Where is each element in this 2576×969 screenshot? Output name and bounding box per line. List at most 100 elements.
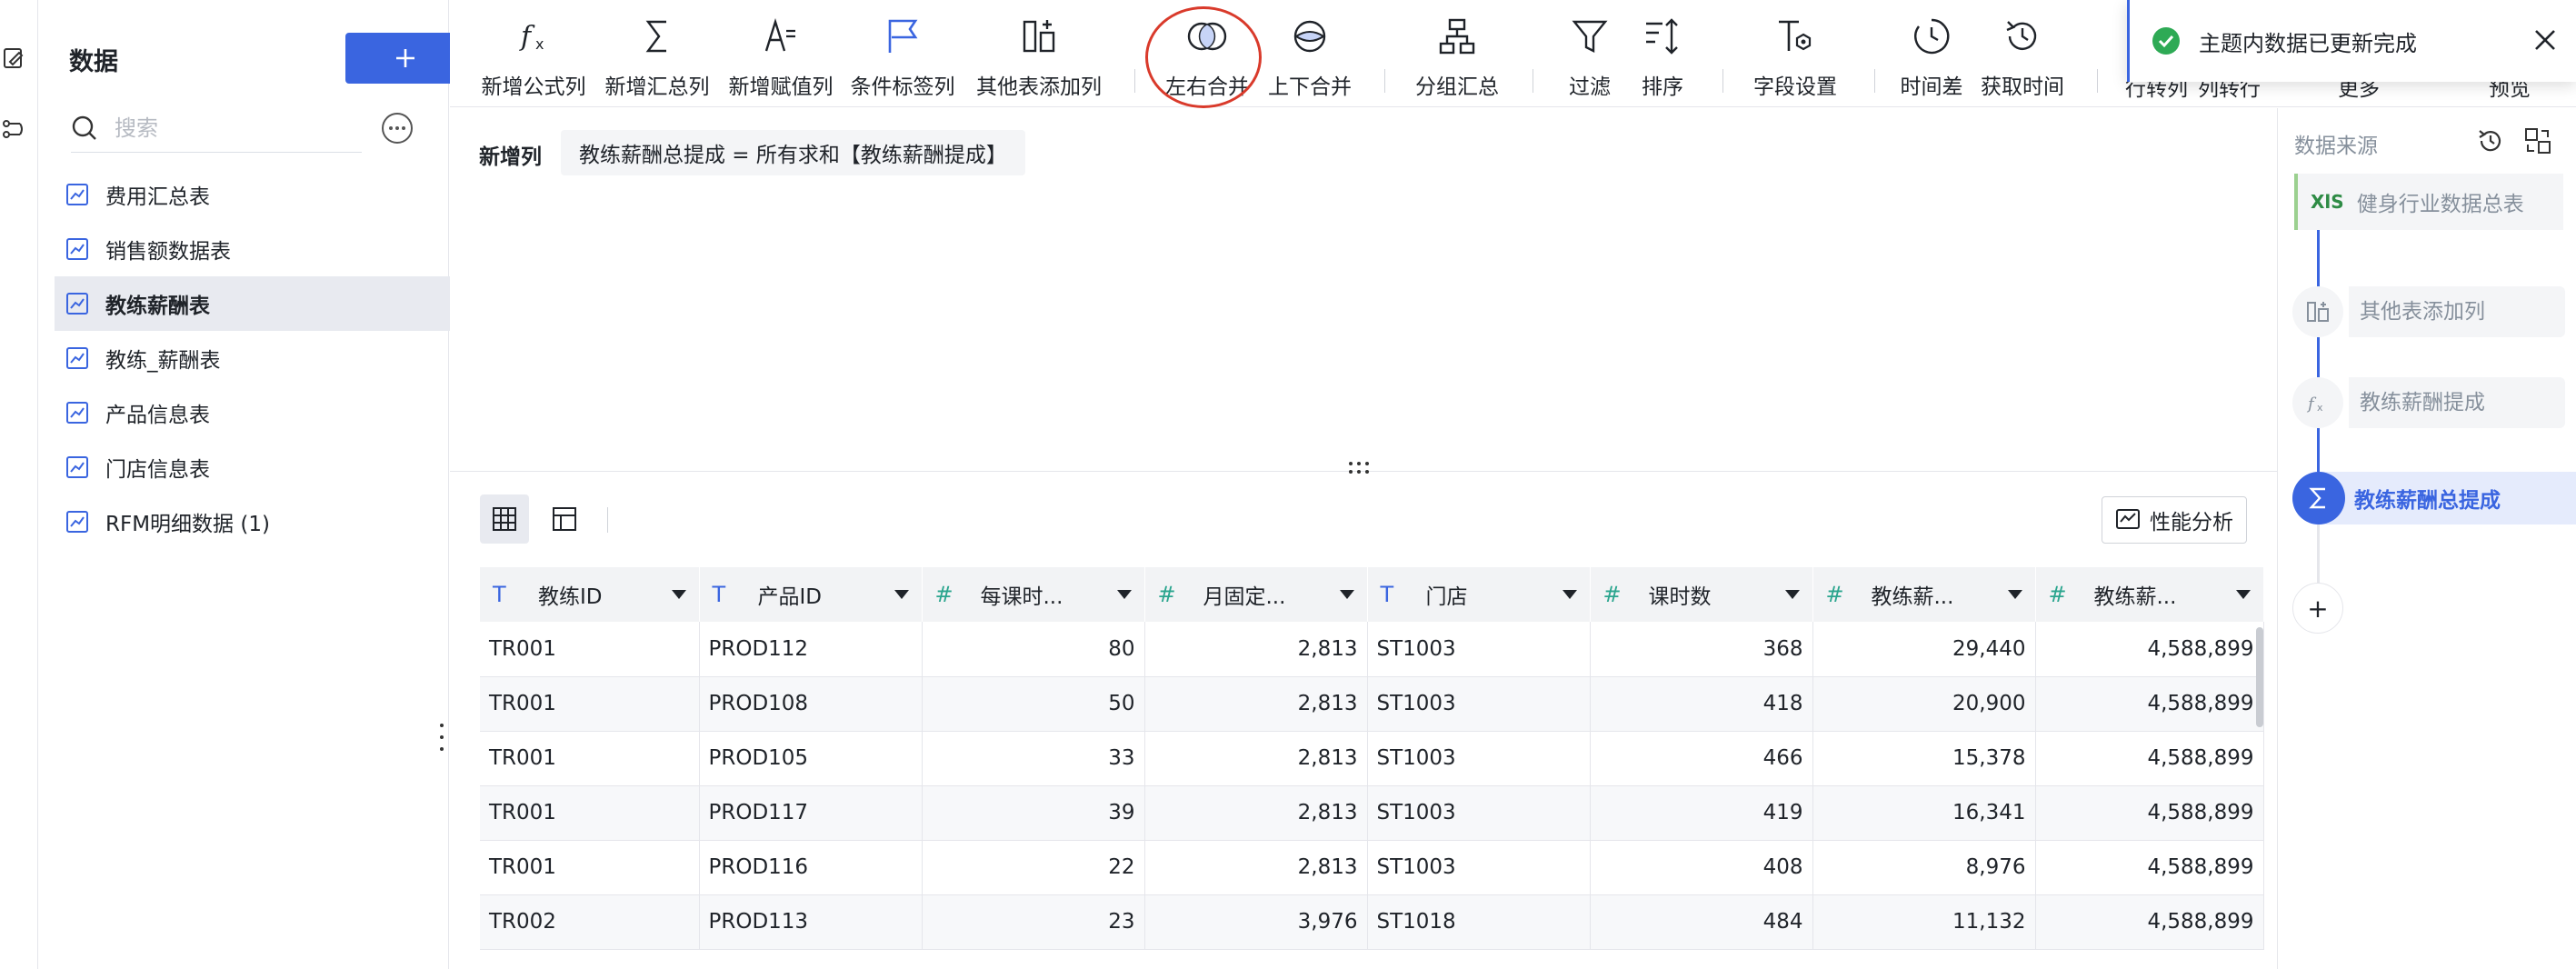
table-cell[interactable]: 39	[922, 785, 1145, 841]
table-cell[interactable]: 419	[1590, 785, 1813, 841]
table-cell[interactable]: 2,813	[1144, 785, 1368, 841]
dropdown-caret-icon[interactable]	[1784, 590, 1800, 599]
table-cell[interactable]: 4,588,899	[2035, 622, 2264, 677]
table-cell[interactable]: ST1003	[1367, 676, 1591, 732]
switch-layout-icon[interactable]	[2523, 126, 2552, 155]
flow-icon[interactable]	[0, 111, 27, 147]
table-cell[interactable]: PROD108	[699, 676, 923, 732]
table-cell[interactable]: 33	[922, 731, 1145, 786]
table-cell[interactable]: 4,588,899	[2035, 894, 2264, 950]
history-icon[interactable]	[2476, 126, 2505, 155]
table-cell[interactable]: 418	[1590, 676, 1813, 732]
formula-expression[interactable]: 教练薪酬总提成 = 所有求和【教练薪酬提成】	[561, 130, 1025, 175]
table-list-item[interactable]: RFM明细数据 (1)	[55, 494, 451, 549]
sidebar-resize-handle[interactable]	[440, 724, 445, 751]
table-cell[interactable]: 484	[1590, 894, 1813, 950]
split-resize-handle[interactable]	[1349, 462, 1369, 474]
dropdown-caret-icon[interactable]	[2235, 590, 2251, 599]
table-cell[interactable]: 23	[922, 894, 1145, 950]
column-header[interactable]: # 课时数	[1590, 567, 1813, 622]
step-node-add-column[interactable]: 其他表添加列	[2292, 286, 2565, 337]
column-header[interactable]: # 教练薪...	[1812, 567, 2036, 622]
table-cell[interactable]: 80	[922, 622, 1145, 677]
dropdown-caret-icon[interactable]	[1562, 590, 1577, 599]
search-input[interactable]	[115, 115, 333, 141]
table-cell[interactable]: TR001	[480, 622, 700, 677]
table-cell[interactable]: 2,813	[1144, 840, 1368, 895]
layout-view-icon[interactable]	[540, 494, 589, 544]
table-cell[interactable]: 2,813	[1144, 731, 1368, 786]
table-cell[interactable]: ST1018	[1367, 894, 1591, 950]
table-cell[interactable]: ST1003	[1367, 840, 1591, 895]
table-cell[interactable]: 2,813	[1144, 676, 1368, 732]
toolbar-button-10[interactable]: 排序	[1590, 0, 1735, 107]
table-cell[interactable]: 16,341	[1812, 785, 2036, 841]
table-scrollbar[interactable]	[2256, 627, 2263, 727]
table-cell[interactable]: 11,132	[1812, 894, 2036, 950]
divider	[607, 507, 608, 533]
add-data-button[interactable]	[345, 33, 465, 84]
data-edit-icon[interactable]	[0, 40, 27, 76]
column-header[interactable]: T 教练ID	[480, 567, 700, 622]
toolbar-button-4[interactable]: 条件标签列	[830, 0, 975, 107]
dropdown-caret-icon[interactable]	[1116, 590, 1132, 599]
table-list-item[interactable]: 产品信息表	[55, 385, 451, 440]
table-cell[interactable]: 368	[1590, 622, 1813, 677]
table-cell[interactable]: PROD116	[699, 840, 923, 895]
toolbar-button-13[interactable]: 获取时间	[1950, 0, 2095, 107]
table-cell[interactable]: ST1003	[1367, 731, 1591, 786]
table-cell[interactable]: ST1003	[1367, 785, 1591, 841]
table-cell[interactable]: 408	[1590, 840, 1813, 895]
step-node-active[interactable]: 教练薪酬总提成	[2292, 472, 2576, 524]
table-cell[interactable]: 50	[922, 676, 1145, 732]
table-list-item[interactable]: 费用汇总表	[55, 167, 451, 222]
table-cell[interactable]: TR001	[480, 676, 700, 732]
table-cell[interactable]: TR001	[480, 785, 700, 841]
table-cell[interactable]: 15,378	[1812, 731, 2036, 786]
table-cell[interactable]: 466	[1590, 731, 1813, 786]
table-cell[interactable]: 8,976	[1812, 840, 2036, 895]
dropdown-caret-icon[interactable]	[2007, 590, 2022, 599]
table-list-item[interactable]: 教练_薪酬表	[55, 331, 451, 385]
column-header[interactable]: # 月固定...	[1144, 567, 1368, 622]
dropdown-caret-icon[interactable]	[1339, 590, 1354, 599]
table-list-item[interactable]: 销售额数据表	[55, 222, 451, 276]
step-node-formula[interactable]: fx 教练薪酬提成	[2292, 377, 2565, 428]
table-cell[interactable]: PROD105	[699, 731, 923, 786]
close-icon[interactable]	[2531, 25, 2560, 55]
column-header[interactable]: # 教练薪...	[2035, 567, 2264, 622]
performance-analysis-button[interactable]: 性能分析	[2102, 496, 2247, 544]
table-cell[interactable]: 4,588,899	[2035, 731, 2264, 786]
table-list-item[interactable]: 教练薪酬表	[55, 276, 451, 331]
table-cell[interactable]: TR001	[480, 840, 700, 895]
table-list-item[interactable]: 门店信息表	[55, 440, 451, 494]
column-header[interactable]: T 产品ID	[699, 567, 923, 622]
table-cell[interactable]: TR002	[480, 894, 700, 950]
dropdown-caret-icon[interactable]	[671, 590, 686, 599]
toolbar-button-11[interactable]: 字段设置	[1722, 0, 1868, 107]
table-cell[interactable]: 4,588,899	[2035, 785, 2264, 841]
toolbar-button-5[interactable]: 其他表添加列	[966, 0, 1112, 107]
table-cell[interactable]: ST1003	[1367, 622, 1591, 677]
table-cell[interactable]: 4,588,899	[2035, 840, 2264, 895]
add-step-button[interactable]: +	[2292, 583, 2343, 634]
table-cell[interactable]: 4,588,899	[2035, 676, 2264, 732]
table-cell[interactable]: 22	[922, 840, 1145, 895]
toolbar-button-7[interactable]: 上下合并	[1237, 0, 1383, 107]
table-cell[interactable]: 2,813	[1144, 622, 1368, 677]
table-cell[interactable]: TR001	[480, 731, 700, 786]
more-options-icon[interactable]	[382, 113, 413, 144]
grid-view-icon[interactable]	[480, 494, 529, 544]
dropdown-caret-icon[interactable]	[894, 590, 909, 599]
column-header[interactable]: T 门店	[1367, 567, 1591, 622]
source-node[interactable]: XlS 健身行业数据总表	[2294, 174, 2563, 230]
table-cell[interactable]: 3,976	[1144, 894, 1368, 950]
table-cell[interactable]: PROD112	[699, 622, 923, 677]
toolbar-button-8[interactable]: 分组汇总	[1384, 0, 1530, 107]
table-cell[interactable]: 29,440	[1812, 622, 2036, 677]
toolbar-button-label: 新增公式列	[481, 75, 586, 99]
table-cell[interactable]: PROD117	[699, 785, 923, 841]
column-header[interactable]: # 每课时...	[922, 567, 1145, 622]
table-cell[interactable]: PROD113	[699, 894, 923, 950]
table-cell[interactable]: 20,900	[1812, 676, 2036, 732]
